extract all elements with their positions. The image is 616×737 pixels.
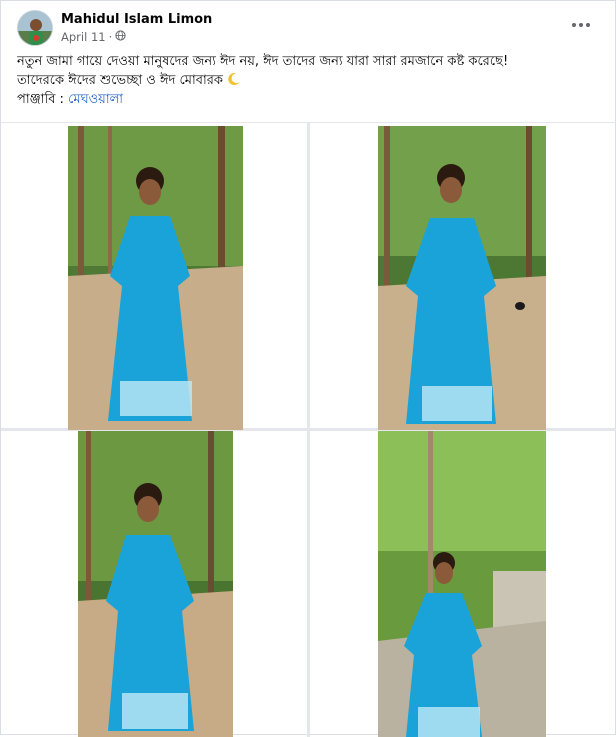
post-text-line-1: নতুন জামা গায়ে দেওয়া মানুষদের জন্য ঈদ …	[17, 54, 509, 69]
post-date[interactable]: April 11	[61, 30, 106, 44]
post-text-line-3: পাঞ্জাবি : মেঘওয়ালা	[17, 90, 599, 109]
globe-icon	[115, 30, 126, 44]
photo-1[interactable]	[68, 126, 243, 430]
author-avatar[interactable]	[17, 10, 53, 46]
author-name[interactable]: Mahidul Islam Limon	[61, 12, 212, 27]
photo-3[interactable]	[78, 431, 233, 737]
grid-divider-vertical	[307, 123, 310, 737]
post-text-line-2-content: তাদেরকে ঈদের শুভেচ্ছা ও ঈদ মোবারক	[17, 73, 223, 88]
meta-separator: ·	[108, 30, 113, 44]
brand-link[interactable]: মেঘওয়ালা	[68, 92, 123, 107]
crescent-moon-icon	[227, 73, 241, 88]
post-text: নতুন জামা গায়ে দেওয়া মানুষদের জন্য ঈদ …	[17, 52, 599, 109]
facebook-post-card: Mahidul Islam Limon April 11 · নতুন জামা…	[0, 0, 616, 737]
post-header: Mahidul Islam Limon April 11 ·	[17, 10, 599, 50]
more-options-icon[interactable]	[569, 16, 593, 34]
post-meta: April 11 ·	[61, 30, 126, 44]
photo-4[interactable]	[378, 431, 546, 737]
photo-grid	[1, 122, 616, 737]
post-text-line-2: তাদেরকে ঈদের শুভেচ্ছা ও ঈদ মোবারক	[17, 71, 599, 90]
post-text-line-3-prefix: পাঞ্জাবি :	[17, 92, 69, 107]
photo-2[interactable]	[378, 126, 546, 430]
